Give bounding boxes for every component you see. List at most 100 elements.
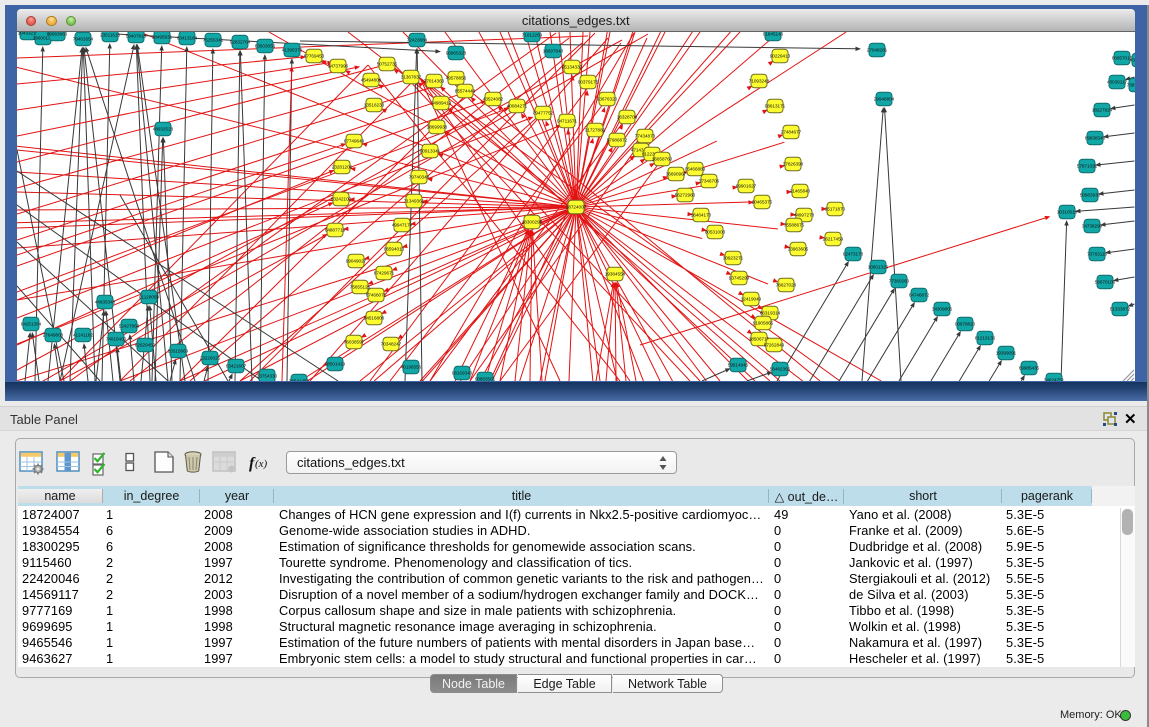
svg-text:03413164: 03413164: [177, 36, 198, 41]
svg-text:69985435: 69985435: [1019, 366, 1040, 371]
svg-text:83503056: 83503056: [255, 44, 276, 49]
svg-text:00379176: 00379176: [578, 80, 599, 85]
svg-text:09477752: 09477752: [533, 111, 554, 116]
svg-text:10801326: 10801326: [868, 265, 889, 270]
svg-text:72423884: 72423884: [407, 38, 428, 43]
svg-text:49578856: 49578856: [446, 76, 467, 81]
svg-text:53315869: 53315869: [168, 349, 189, 354]
svg-text:27484677: 27484677: [781, 130, 802, 135]
svg-text:52427868: 52427868: [119, 324, 140, 329]
svg-text:74989413: 74989413: [431, 101, 452, 106]
svg-text:14737996: 14737996: [328, 64, 349, 69]
svg-text:81219136: 81219136: [975, 336, 996, 341]
svg-text:75588675: 75588675: [784, 223, 805, 228]
svg-text:31367837: 31367837: [401, 75, 422, 80]
svg-text:18227824: 18227824: [1092, 108, 1113, 113]
svg-text:33754330: 33754330: [257, 374, 278, 379]
svg-text:77360260: 77360260: [889, 279, 910, 284]
svg-text:62473178: 62473178: [843, 252, 864, 257]
svg-text:80531003: 80531003: [705, 230, 726, 235]
svg-text:34738299: 34738299: [1082, 224, 1103, 229]
svg-text:40084271: 40084271: [507, 104, 528, 109]
svg-text:50752735: 50752735: [377, 62, 398, 67]
svg-text:37346706: 37346706: [699, 179, 720, 184]
svg-text:57262849: 57262849: [764, 343, 785, 348]
svg-text:23281206: 23281206: [332, 165, 353, 170]
svg-text:30923271: 30923271: [723, 256, 744, 261]
svg-text:76627028: 76627028: [776, 283, 797, 288]
svg-text:43524082: 43524082: [483, 97, 504, 102]
svg-text:75255341: 75255341: [203, 38, 224, 43]
svg-text:19399091: 19399091: [996, 351, 1017, 356]
svg-text:29946804: 29946804: [874, 97, 895, 102]
svg-text:31727889: 31727889: [585, 128, 606, 133]
svg-text:44997278: 44997278: [794, 213, 815, 218]
svg-text:79402654: 79402654: [73, 37, 94, 42]
svg-text:18699938: 18699938: [427, 125, 448, 130]
svg-text:56482366: 56482366: [770, 367, 791, 372]
svg-text:40196556: 40196556: [401, 365, 422, 370]
svg-text:84251354: 84251354: [21, 322, 42, 327]
svg-text:75655125: 75655125: [350, 285, 371, 290]
svg-text:12419049: 12419049: [741, 297, 762, 302]
svg-text:74016400: 74016400: [106, 337, 127, 342]
svg-text:70348247: 70348247: [381, 342, 402, 347]
svg-text:08613171: 08613171: [765, 104, 786, 109]
svg-text:91905865: 91905865: [753, 321, 774, 326]
svg-text:93745299: 93745299: [729, 276, 750, 281]
svg-text:33963605: 33963605: [788, 247, 809, 252]
svg-text:98169340: 98169340: [452, 371, 473, 376]
svg-text:56670106: 56670106: [1095, 280, 1116, 285]
svg-text:16328708: 16328708: [617, 115, 638, 120]
svg-text:34624751: 34624751: [1044, 378, 1065, 382]
svg-text:95171870: 95171870: [825, 207, 846, 212]
svg-text:82620450: 82620450: [135, 343, 156, 348]
svg-text:27849808: 27849808: [43, 333, 64, 338]
svg-text:96965328: 96965328: [446, 51, 467, 56]
svg-text:(x): (x): [255, 458, 268, 470]
svg-text:71349361: 71349361: [404, 199, 425, 204]
svg-text:56464170: 56464170: [691, 213, 712, 218]
svg-text:05466889: 05466889: [685, 167, 706, 172]
svg-text:64887719: 64887719: [325, 228, 346, 233]
svg-text:93676320: 93676320: [597, 97, 618, 102]
svg-text:69901627: 69901627: [736, 184, 757, 189]
svg-text:04711671: 04711671: [557, 119, 578, 124]
svg-text:18495931: 18495931: [152, 35, 173, 40]
svg-text:83242102: 83242102: [331, 197, 352, 202]
svg-text:57986872: 57986872: [607, 138, 628, 143]
svg-text:43699577: 43699577: [1130, 58, 1135, 63]
svg-text:79740344: 79740344: [409, 175, 430, 180]
svg-text:06594013: 06594013: [384, 247, 405, 252]
svg-text:01128059: 01128059: [139, 295, 160, 300]
svg-text:23226025: 23226025: [200, 356, 221, 361]
svg-text:27048281: 27048281: [867, 48, 888, 53]
svg-text:60883561: 60883561: [475, 377, 496, 382]
svg-text:20465375: 20465375: [752, 200, 773, 205]
svg-text:45494808: 45494808: [361, 78, 382, 83]
svg-text:00978820: 00978820: [955, 322, 976, 327]
svg-text:90913341: 90913341: [420, 149, 441, 154]
svg-text:23511615: 23511615: [100, 33, 121, 38]
svg-text:16658760: 16658760: [652, 157, 673, 162]
svg-text:99049027: 99049027: [346, 259, 367, 264]
svg-text:71093248: 71093248: [749, 79, 770, 84]
svg-text:13518233: 13518233: [364, 103, 385, 108]
svg-text:76038597: 76038597: [344, 340, 365, 345]
svg-text:21465840: 21465840: [790, 189, 811, 194]
svg-text:90229413: 90229413: [770, 54, 791, 59]
svg-text:26217459: 26217459: [823, 237, 844, 242]
svg-text:16697848: 16697848: [543, 49, 564, 54]
svg-text:77014363: 77014363: [424, 79, 445, 84]
svg-text:85574443: 85574443: [455, 89, 476, 94]
svg-text:37826398: 37826398: [783, 162, 804, 167]
svg-text:41395376: 41395376: [282, 48, 303, 53]
svg-text:87769453: 87769453: [304, 54, 325, 59]
svg-text:73763116: 73763116: [1087, 252, 1108, 257]
svg-text:77434873: 77434873: [635, 134, 656, 139]
svg-text:51333872: 51333872: [1110, 307, 1131, 312]
svg-text:41241182: 41241182: [73, 333, 94, 338]
svg-text:59407816: 59407816: [126, 34, 147, 39]
svg-text:89638346: 89638346: [1085, 136, 1106, 141]
svg-text:19384554: 19384554: [605, 272, 626, 277]
